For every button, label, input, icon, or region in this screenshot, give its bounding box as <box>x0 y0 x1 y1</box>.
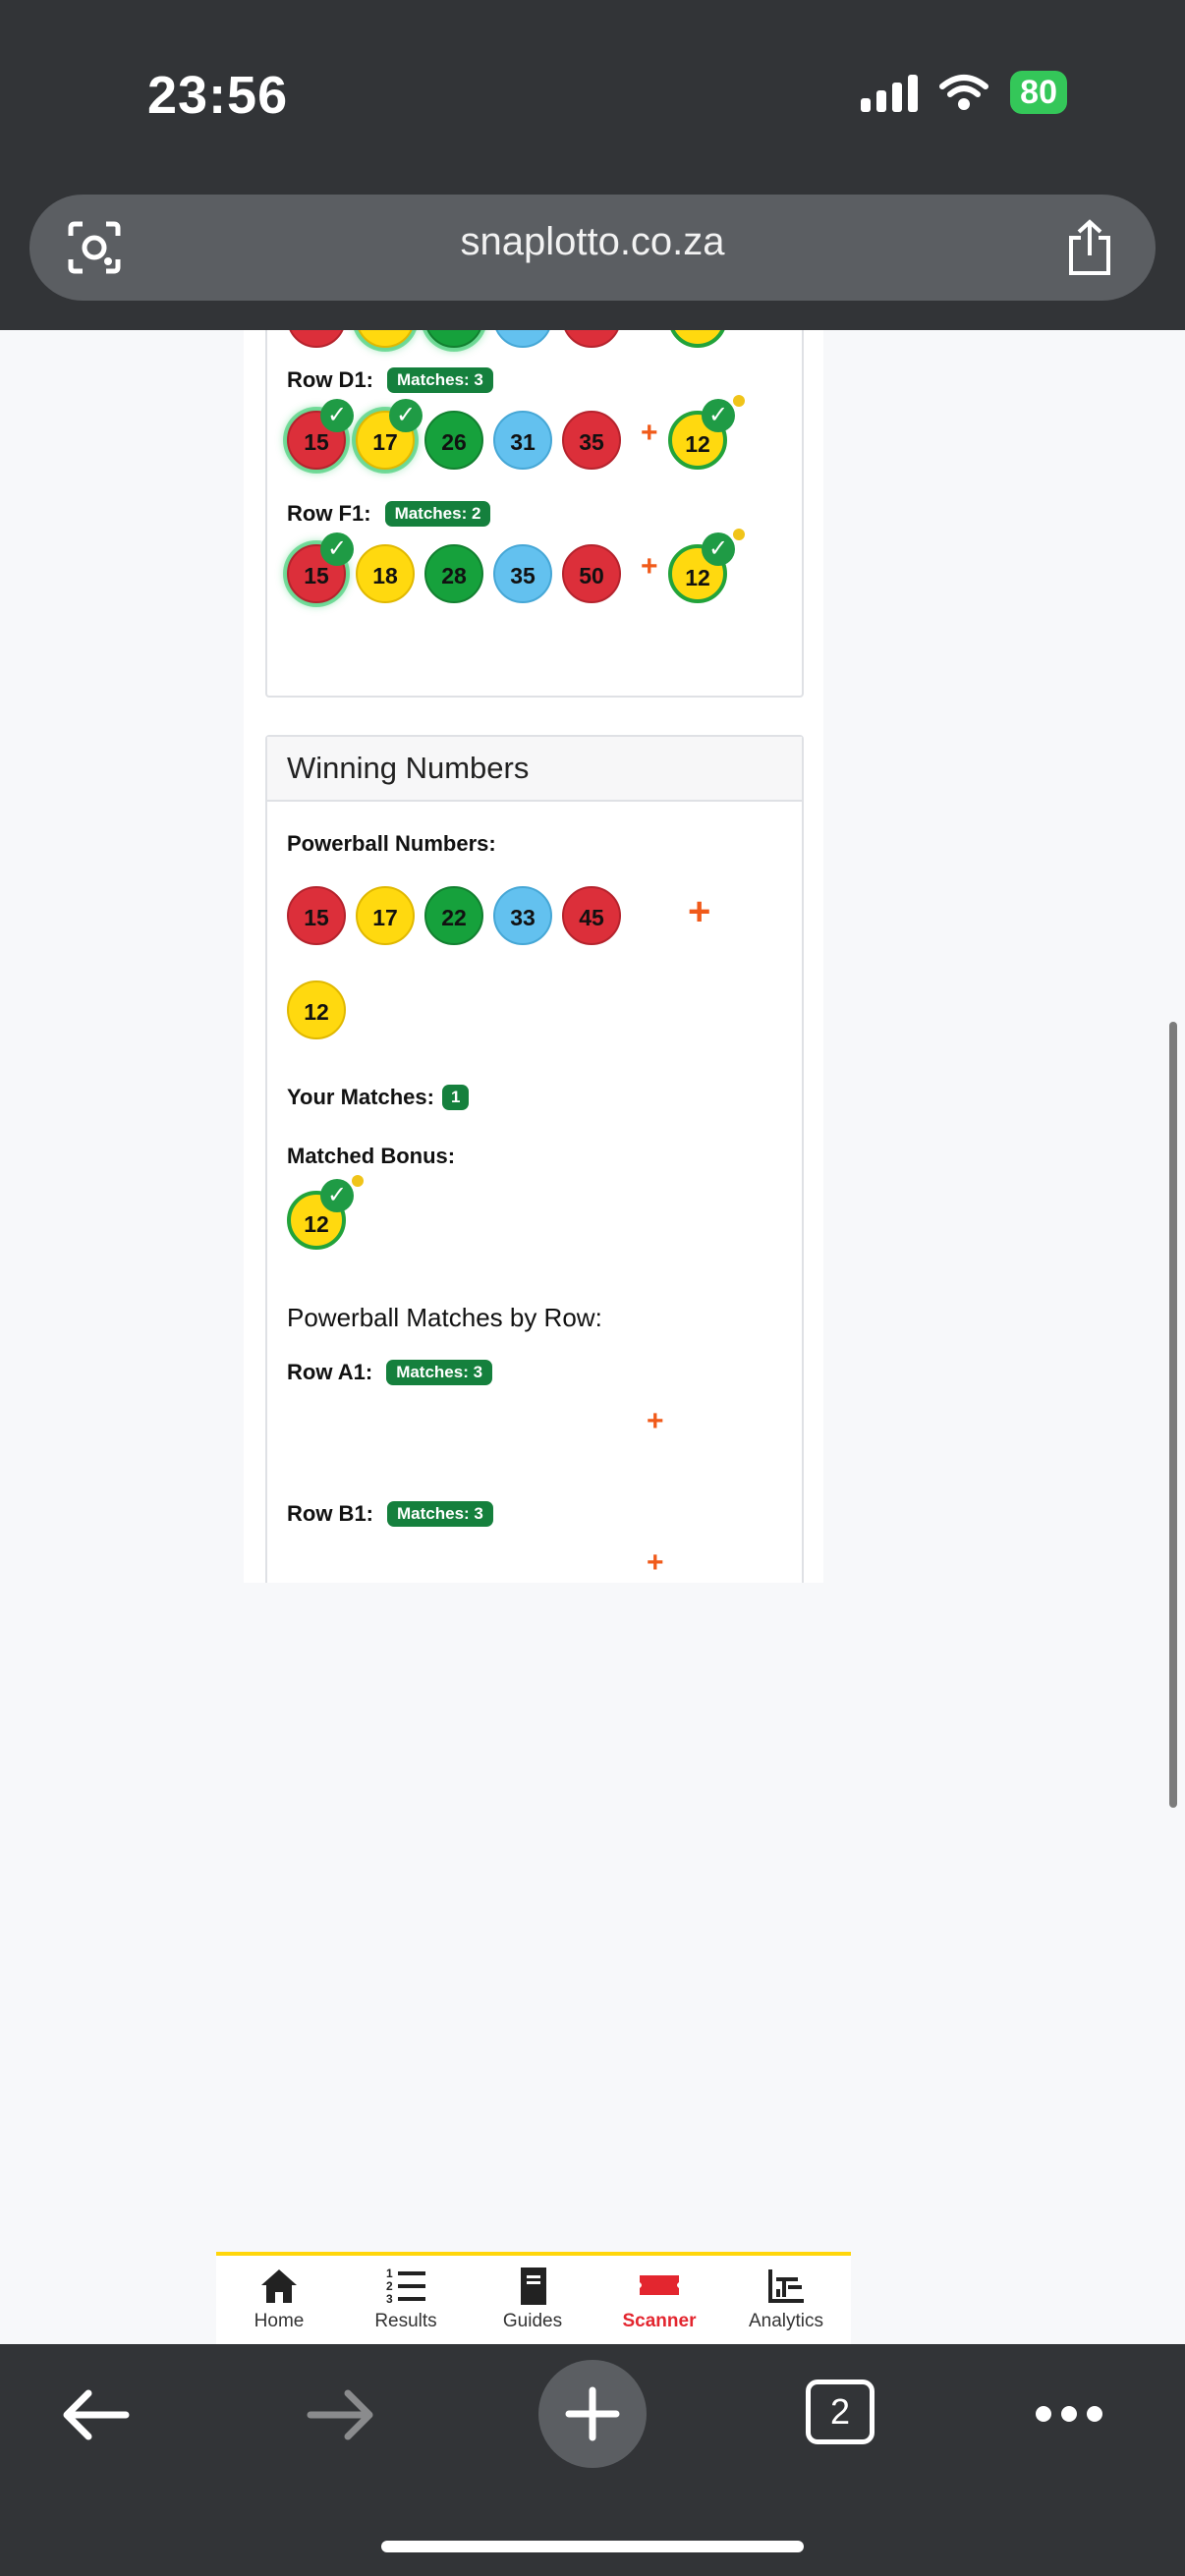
row-label: Row A1: Matches: 3 <box>287 1360 493 1385</box>
page-scrollbar[interactable] <box>1169 1022 1177 1808</box>
check-icon: ✓ <box>320 532 354 566</box>
forward-arrow-icon[interactable] <box>307 2387 377 2442</box>
your-matches-text: Your Matches: <box>287 1085 434 1109</box>
matches-badge: Matches: 3 <box>386 1360 493 1385</box>
home-icon <box>261 2269 297 2303</box>
wifi-icon <box>939 75 989 110</box>
matches-badge: Matches: 3 <box>387 1501 493 1527</box>
winning-ball: 22 <box>424 886 483 945</box>
powerball-numbers-label: Powerball Numbers: <box>287 831 496 856</box>
app-bottom-nav: Home 1 2 3 Results Guides Scanner Analyt… <box>216 2252 851 2348</box>
bonus-dot-icon <box>352 1175 364 1187</box>
winning-ball: 33 <box>493 886 552 945</box>
row-label-text: Row F1: <box>287 501 371 526</box>
matches-badge: Matches: 3 <box>387 367 493 393</box>
check-icon: ✓ <box>389 399 423 432</box>
home-indicator <box>381 2541 804 2552</box>
check-icon: ✓ <box>702 399 735 432</box>
ticket-icon <box>640 2275 679 2295</box>
nav-guides[interactable]: Guides <box>474 2264 592 2332</box>
row-label: Row B1: Matches: 3 <box>287 1501 493 1527</box>
nav-label: Guides <box>502 2311 563 2331</box>
your-matches-badge: 1 <box>441 1085 470 1110</box>
winning-ball: 15 <box>287 886 346 945</box>
bonus-dot-icon <box>733 529 745 540</box>
svg-text:3: 3 <box>386 2292 393 2306</box>
battery-indicator: 80 <box>1010 71 1067 114</box>
svg-text:1: 1 <box>386 2267 393 2280</box>
plus-icon: + <box>647 1546 664 1579</box>
more-options-icon[interactable] <box>1034 2399 1104 2429</box>
winning-ball: 45 <box>562 886 621 945</box>
browser-top-bar: 23:56 80 snaplotto.co.za <box>0 0 1185 330</box>
nav-scanner[interactable]: Scanner <box>600 2264 718 2332</box>
check-icon: ✓ <box>702 532 735 566</box>
status-icons: 80 <box>861 71 1067 114</box>
plus-icon: + <box>647 1405 664 1437</box>
matches-by-row-title: Powerball Matches by Row: <box>287 1303 602 1332</box>
winning-numbers-card: Winning Numbers Powerball Numbers: 15 17… <box>265 735 804 1583</box>
row-label: Row F1: Matches: 2 <box>287 501 491 527</box>
nav-results[interactable]: 1 2 3 Results <box>347 2264 465 2332</box>
ball: 24 <box>493 330 552 348</box>
row-label-text: Row D1: <box>287 367 373 392</box>
ball: 35 <box>562 411 621 470</box>
plus-icon: + <box>641 417 658 449</box>
winning-ball: 17 <box>356 886 415 945</box>
ball: 32 <box>562 330 621 348</box>
plus-icon: + <box>688 890 711 933</box>
matched-bonus-label: Matched Bonus: <box>287 1144 456 1168</box>
share-icon[interactable] <box>1065 218 1114 277</box>
plus-icon: + <box>641 550 658 583</box>
matches-badge: Matches: 2 <box>384 501 491 527</box>
nav-label: Results <box>374 2311 437 2331</box>
cellular-signal-icon <box>861 73 919 112</box>
row-results-card: 5 15 17 24 32 + 12 Row D1:Matches: 3 15 … <box>265 330 804 698</box>
page-content: 5 15 17 24 32 + 12 Row D1:Matches: 3 15 … <box>0 330 1185 1583</box>
nav-home[interactable]: Home <box>220 2264 338 2332</box>
your-matches-label: Your Matches: 1 <box>287 1085 470 1110</box>
ball: 17 <box>424 330 483 348</box>
nav-analytics[interactable]: Analytics <box>727 2264 845 2332</box>
url-text[interactable]: snaplotto.co.za <box>29 220 1156 264</box>
ball: 26 <box>424 411 483 470</box>
nav-label: Home <box>254 2311 305 2331</box>
bonus-dot-icon <box>733 395 745 407</box>
list-numbered-icon: 1 2 3 <box>386 2267 425 2306</box>
ball: 31 <box>493 411 552 470</box>
ball: 18 <box>356 544 415 603</box>
row-label-text: Row A1: <box>287 1360 373 1384</box>
check-icon: ✓ <box>320 399 354 432</box>
winning-bonus-ball: 12 <box>287 980 346 1039</box>
tabs-button[interactable]: 2 <box>806 2380 875 2444</box>
row-label: Row D1: Matches: 3 <box>287 367 493 393</box>
row-label-text: Row B1: <box>287 1501 373 1526</box>
bonus-ball: 12 <box>668 330 727 348</box>
address-bar[interactable]: snaplotto.co.za <box>29 195 1156 301</box>
book-icon <box>521 2268 546 2305</box>
new-tab-button[interactable] <box>538 2360 647 2468</box>
ball: 5 <box>287 330 346 348</box>
nav-label: Scanner <box>622 2311 697 2331</box>
status-time: 23:56 <box>147 66 289 125</box>
back-arrow-icon[interactable] <box>59 2387 130 2442</box>
ball: 15 <box>356 330 415 348</box>
ball: 50 <box>562 544 621 603</box>
nav-label: Analytics <box>748 2311 824 2331</box>
ball: 28 <box>424 544 483 603</box>
check-icon: ✓ <box>320 1179 354 1212</box>
plus-icon <box>565 2386 620 2441</box>
bar-chart-icon <box>768 2269 804 2303</box>
ball: 35 <box>493 544 552 603</box>
svg-text:2: 2 <box>386 2279 393 2293</box>
card-title: Winning Numbers <box>267 737 802 802</box>
